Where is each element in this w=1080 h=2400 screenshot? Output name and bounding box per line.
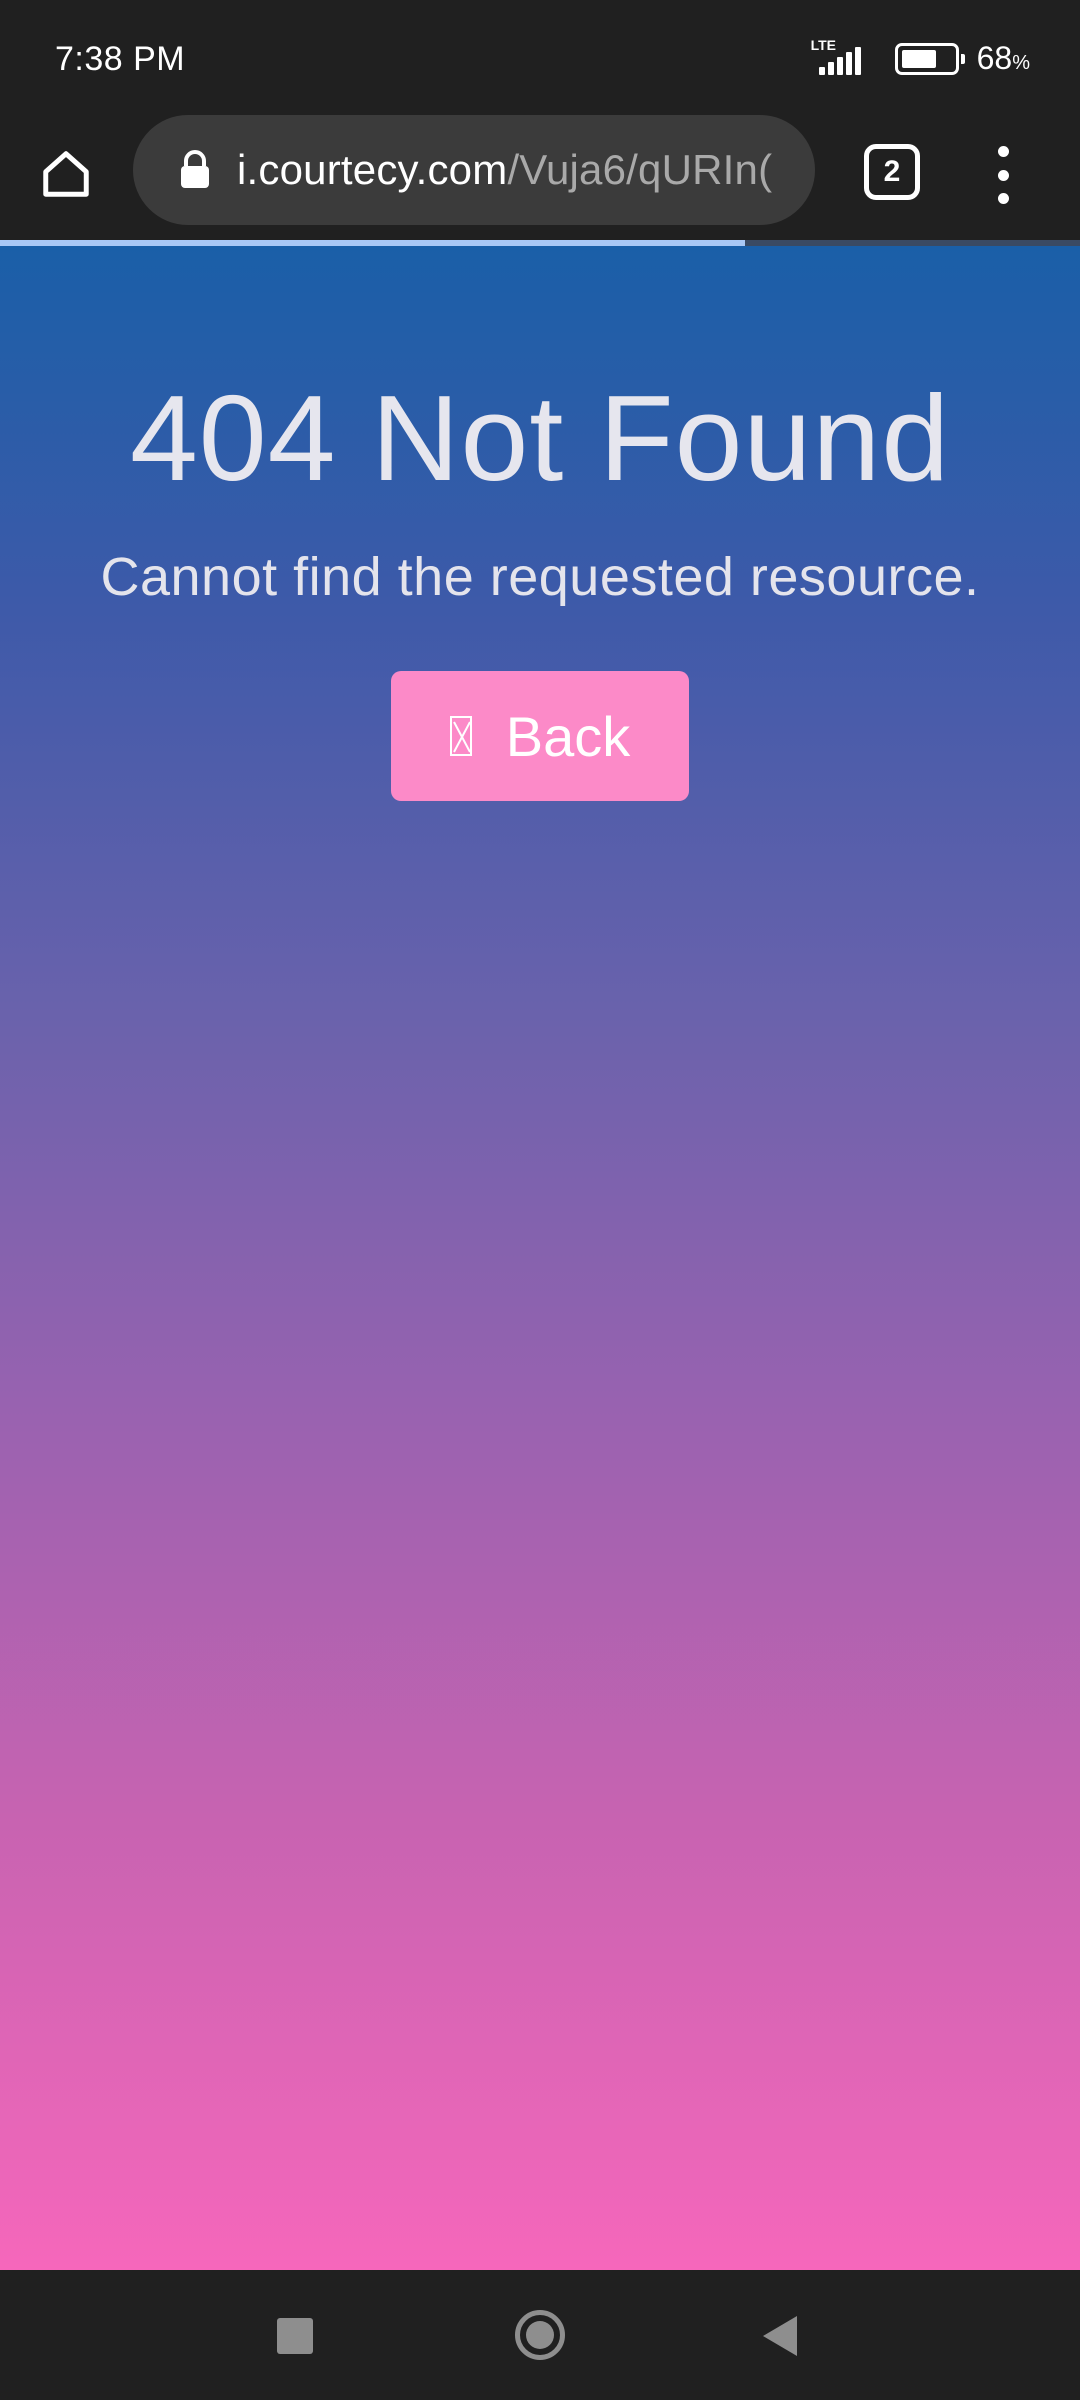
back-triangle-icon[interactable] [763, 2316, 797, 2356]
browser-toolbar: i.courtecy.com/Vuja6/qURIn( 2 [0, 110, 1080, 240]
error-page: 404 Not Found Cannot find the requested … [0, 246, 1080, 2270]
home-icon [43, 151, 89, 197]
url-path: /Vuja6/qURIn( [507, 146, 773, 193]
home-button[interactable] [30, 138, 102, 210]
recents-square-icon[interactable] [277, 2318, 313, 2354]
url-text[interactable]: i.courtecy.com/Vuja6/qURIn( [237, 146, 772, 194]
battery-fill [901, 49, 936, 68]
home-circle-icon[interactable] [515, 2310, 565, 2360]
battery-icon [894, 42, 965, 75]
status-bar: 7:38 PM LTE 68% [0, 0, 1080, 110]
tab-count: 2 [883, 155, 901, 188]
back-button[interactable]: Back [391, 671, 689, 801]
lock-icon[interactable] [171, 146, 219, 194]
signal-bars [818, 46, 861, 75]
battery-percent: 68% [976, 40, 1030, 76]
back-button-label: Back [505, 704, 631, 768]
page-title: 404 Not Found [129, 370, 951, 506]
status-time: 7:38 PM [55, 40, 186, 78]
url-domain: i.courtecy.com [237, 146, 508, 193]
signal-icon: LTE [811, 37, 877, 77]
error-message: Cannot find the requested resource. [100, 547, 980, 608]
missing-glyph-icon [449, 716, 472, 756]
more-vert-icon[interactable] [978, 140, 1028, 210]
system-nav-bar [0, 2270, 1080, 2400]
address-bar[interactable]: i.courtecy.com/Vuja6/qURIn( [133, 115, 815, 225]
tab-switcher-button[interactable]: 2 [864, 144, 920, 200]
status-indicators: LTE 68% [811, 37, 1030, 77]
